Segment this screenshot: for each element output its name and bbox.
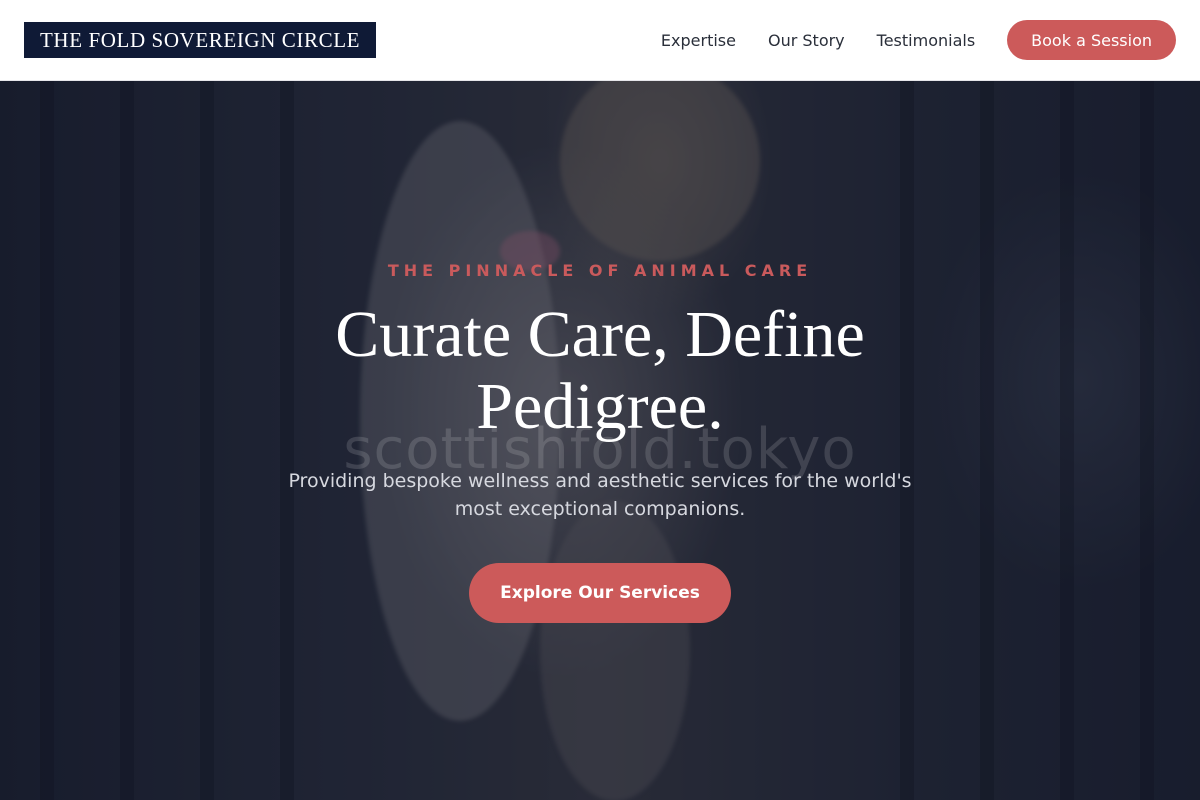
main-nav: Expertise Our Story Testimonials Book a … bbox=[661, 20, 1176, 60]
book-session-button[interactable]: Book a Session bbox=[1007, 20, 1176, 60]
hero-headline: Curate Care, Define Pedigree. bbox=[335, 298, 865, 443]
hero-content: THE PINNACLE OF ANIMAL CARE Curate Care,… bbox=[0, 81, 1200, 800]
site-logo[interactable]: THE FOLD SOVEREIGN CIRCLE bbox=[24, 22, 377, 58]
nav-link-our-story[interactable]: Our Story bbox=[768, 31, 845, 50]
explore-services-button[interactable]: Explore Our Services bbox=[469, 563, 731, 623]
nav-link-expertise[interactable]: Expertise bbox=[661, 31, 736, 50]
hero-subtext: Providing bespoke wellness and aesthetic… bbox=[288, 470, 912, 520]
hero-eyebrow: THE PINNACLE OF ANIMAL CARE bbox=[387, 261, 813, 280]
nav-link-testimonials[interactable]: Testimonials bbox=[877, 31, 976, 50]
hero-section: scottishfold.tokyo THE PINNACLE OF ANIMA… bbox=[0, 81, 1200, 800]
site-header: THE FOLD SOVEREIGN CIRCLE Expertise Our … bbox=[0, 0, 1200, 81]
